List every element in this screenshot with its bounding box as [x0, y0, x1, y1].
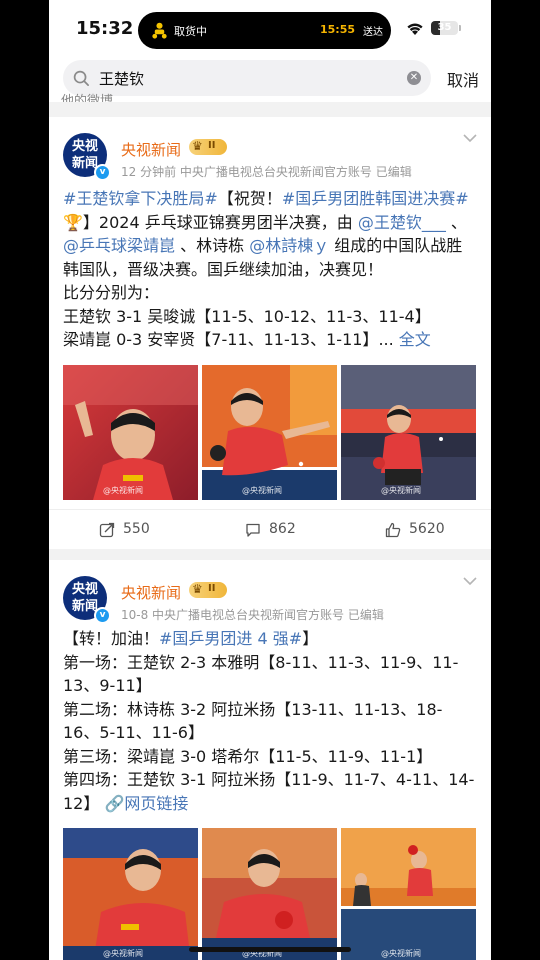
activity-label: 取货中 — [174, 25, 207, 38]
hashtag-link[interactable]: #国乒男团胜韩国进决赛# — [282, 189, 469, 208]
photo-watermark: @央视新闻 — [242, 486, 282, 495]
status-bar: 15:32 取货中 15:55 送达 35 — [49, 0, 491, 58]
post-text: 、 — [445, 212, 467, 232]
mention-link[interactable]: @乒乓球梁靖崑 — [63, 236, 175, 255]
post-text: 】2024 乒乓球亚锦赛男团半决赛，由 — [82, 212, 358, 232]
photo-watermark: @央视新闻 — [103, 949, 143, 958]
photo-watermark: @央视新闻 — [381, 949, 421, 958]
battery-indicator: 35 — [431, 21, 458, 35]
match-line: 第一场：王楚钦 2-3 本雅明【8-11、11-3、11-9、11-13、9-1… — [63, 652, 459, 696]
post-photo[interactable]: @央视新闻 — [341, 365, 476, 500]
match-line: 第二场：林诗栋 3-2 阿拉米扬【13-11、11-13、18-16、5-11、… — [63, 699, 443, 743]
post-photo[interactable]: @央视新闻 — [63, 365, 198, 500]
author-name[interactable]: 央视新闻 — [121, 582, 181, 603]
score-title: 比分分别为： — [63, 283, 160, 302]
search-bar: 王楚钦 ✕ 取消 — [49, 58, 491, 102]
post-meta: 12 分钟前 中央广播电视总台央视新闻官方账号 已编辑 — [121, 165, 412, 179]
avatar-text-line1: 央视 — [71, 139, 98, 154]
post-actions: 550 862 5620 — [49, 509, 491, 550]
avatar-text-line1: 央视 — [71, 582, 98, 597]
player-crouch-image — [202, 828, 337, 960]
post-body: #王楚钦拿下决胜局#【祝贺！#国乒男团胜韩国进决赛# 🏆】2024 乒乓球亚锦赛男… — [63, 187, 477, 352]
member-level: II — [208, 140, 216, 151]
read-more-link[interactable]: 全文 — [399, 330, 431, 349]
author-name[interactable]: 央视新闻 — [121, 139, 181, 160]
battery-percent: 35 — [437, 22, 452, 33]
battery-tip — [459, 25, 461, 31]
live-activity[interactable]: 取货中 15:55 送达 — [138, 12, 391, 49]
delivery-rider-icon — [152, 22, 167, 39]
post-text: 【转！加油！ — [63, 629, 160, 648]
search-icon — [73, 70, 89, 86]
player-serve-image — [63, 365, 198, 500]
mention-link[interactable]: @王楚钦___ — [358, 213, 446, 232]
player-closeup-image — [63, 828, 198, 960]
activity-suffix: 送达 — [363, 27, 383, 38]
photo-watermark: @央视新闻 — [103, 486, 143, 495]
post-text: 【祝贺！ — [217, 189, 282, 208]
weibo-post[interactable]: 央视 新闻 v 央视新闻 ♛ II 10-8 中央广播电视总台央视新闻官方账号 … — [49, 560, 491, 960]
comment-icon — [246, 523, 260, 537]
score-line: 梁靖崑 0-3 安宰贤【7-11、11-13、1-11】 — [63, 330, 379, 349]
member-badge: ♛ II — [189, 582, 227, 598]
post-photo[interactable]: @央视新闻 — [202, 828, 337, 960]
match-wide-image — [341, 828, 476, 960]
section-label-peek: 他的微博 — [61, 94, 114, 102]
web-link[interactable]: 网页链接 — [124, 794, 188, 813]
home-indicator[interactable] — [189, 947, 351, 952]
trophy-emoji: 🏆 — [63, 212, 83, 232]
crown-icon: ♛ — [192, 139, 203, 153]
post-photo[interactable]: @央视新闻 — [202, 365, 337, 500]
post-photo[interactable]: @央视新闻 — [341, 828, 476, 960]
weibo-post[interactable]: 央视 新闻 v 央视新闻 ♛ II 12 分钟前 中央广播电视总台央视新闻官方账… — [49, 117, 491, 549]
wifi-icon — [407, 23, 423, 35]
search-query: 王楚钦 — [99, 70, 145, 88]
repost-icon — [99, 522, 115, 538]
clock: 15:32 — [76, 18, 134, 39]
hashtag-link[interactable]: #王楚钦拿下决胜局# — [63, 189, 218, 208]
crown-icon: ♛ — [192, 582, 203, 596]
cancel-button[interactable]: 取消 — [447, 67, 479, 91]
verified-icon: v — [94, 164, 111, 181]
member-level: II — [208, 583, 216, 594]
app-screen: 15:32 取货中 15:55 送达 35 王楚钦 ✕ 取消 他的微博 央视 新… — [49, 0, 491, 960]
post-meta: 10-8 中央广播电视总台央视新闻官方账号 已编辑 — [121, 608, 384, 622]
avatar[interactable]: 央视 新闻 v — [63, 133, 111, 181]
member-badge: ♛ II — [189, 139, 227, 155]
match-line: 第三场：梁靖崑 3-0 塔希尔【11-5、11-9、11-1】 — [63, 746, 433, 766]
score-line: 王楚钦 3-1 吴晙诚【11-5、10-12、11-3、11-4】 — [63, 306, 431, 326]
verified-icon: v — [94, 607, 111, 624]
comment-count: 862 — [269, 521, 296, 537]
player-forehand-image — [202, 365, 337, 500]
photo-watermark: @央视新闻 — [381, 486, 421, 495]
link-icon: 🔗 — [99, 793, 125, 813]
clear-search-icon[interactable]: ✕ — [407, 71, 421, 85]
hashtag-link[interactable]: #国乒男团进 4 强# — [159, 629, 302, 648]
post-body: 【转！加油！#国乒男团进 4 强#】 第一场：王楚钦 2-3 本雅明【8-11、… — [63, 627, 477, 815]
like-count: 5620 — [409, 521, 445, 537]
activity-time: 15:55 — [319, 23, 355, 36]
thumbs-up-icon — [385, 522, 401, 538]
avatar[interactable]: 央视 新闻 v — [63, 576, 111, 624]
post-photo[interactable]: @央视新闻 — [63, 828, 198, 960]
mention-link[interactable]: @林詩棟ｙ — [249, 236, 329, 255]
chevron-down-icon[interactable] — [463, 133, 477, 143]
post-text: 】 — [302, 629, 319, 648]
chevron-down-icon[interactable] — [463, 576, 477, 586]
post-text: 、林诗栋 — [175, 236, 250, 255]
repost-count: 550 — [123, 521, 150, 537]
search-input[interactable]: 王楚钦 ✕ — [63, 60, 431, 96]
ellipsis: ... — [378, 330, 394, 349]
player-backhand-image — [341, 365, 476, 500]
